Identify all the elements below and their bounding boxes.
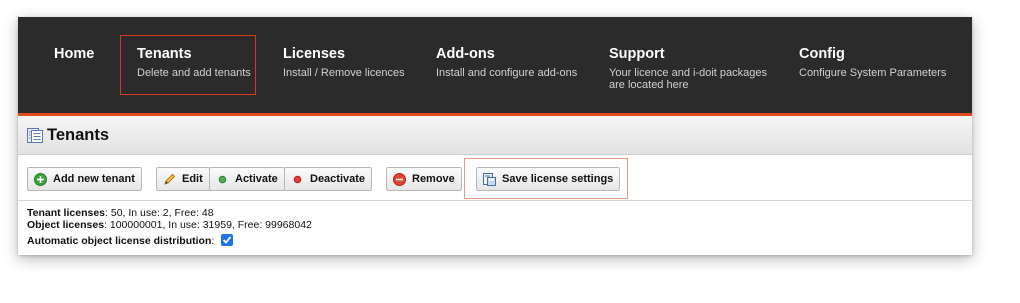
nav-item-support[interactable]: Support Your licence and i-doit packages…	[609, 17, 767, 113]
tenant-licenses-row: Tenant licenses: 50, In use: 2, Free: 48	[27, 207, 312, 219]
remove-label: Remove	[412, 173, 455, 185]
app-window: Home Tenants Delete and add tenants Lice…	[18, 17, 972, 255]
nav-subtitle-config: Configure System Parameters	[799, 67, 947, 79]
nav-title-home: Home	[54, 46, 95, 62]
nav-subtitle-support-line2: are located here	[609, 79, 689, 91]
activate-label: Activate	[235, 173, 278, 185]
license-info: Tenant licenses: 50, In use: 2, Free: 48…	[27, 207, 312, 247]
auto-distribution-row: Automatic object license distribution:	[27, 234, 312, 247]
nav-title-licenses: Licenses	[283, 46, 346, 62]
nav-item-home[interactable]: Home	[54, 17, 94, 113]
nav-title-tenants: Tenants	[137, 46, 192, 62]
nav-title-support: Support	[609, 46, 665, 62]
save-license-settings-label: Save license settings	[502, 173, 614, 185]
activate-button[interactable]: Activate	[209, 167, 285, 191]
deactivate-button[interactable]: Deactivate	[284, 167, 373, 191]
page-title: Tenants	[47, 126, 110, 144]
tenant-licenses-label: Tenant licenses	[27, 207, 106, 219]
nav-subtitle-tenants: Delete and add tenants	[137, 67, 251, 79]
red-dot-icon	[291, 173, 304, 186]
tenant-licenses-value: : 50, In use: 2, Free: 48	[105, 207, 214, 219]
remove-button[interactable]: Remove	[386, 167, 462, 191]
object-licenses-row: Object licenses: 100000001, In use: 3195…	[27, 219, 312, 231]
save-document-icon	[483, 172, 496, 186]
action-toolbar: Add new tenant Edit Activate Deactivate …	[18, 156, 972, 201]
pencil-icon	[163, 173, 176, 186]
add-new-tenant-button[interactable]: Add new tenant	[27, 167, 142, 191]
nav-title-addons: Add-ons	[436, 46, 495, 62]
auto-distribution-checkbox[interactable]	[221, 234, 234, 246]
object-licenses-label: Object licenses	[27, 219, 105, 231]
nav-subtitle-support: Your licence and i-doit packages	[609, 67, 767, 79]
plus-circle-icon	[34, 172, 47, 186]
auto-distribution-suffix: :	[211, 235, 215, 247]
edit-label: Edit	[182, 173, 203, 185]
minus-circle-icon	[393, 172, 406, 186]
edit-button[interactable]: Edit	[156, 167, 210, 191]
auto-distribution-label: Automatic object license distribution	[27, 235, 212, 247]
object-licenses-value: : 100000001, In use: 31959, Free: 999680…	[104, 219, 312, 231]
nav-title-config: Config	[799, 46, 845, 62]
nav-item-config[interactable]: Config Configure System Parameters	[799, 17, 946, 113]
top-navigation: Home Tenants Delete and add tenants Lice…	[18, 17, 972, 113]
document-list-icon	[27, 128, 43, 143]
green-dot-icon	[216, 173, 229, 186]
save-license-settings-button[interactable]: Save license settings	[476, 167, 621, 191]
nav-item-tenants[interactable]: Tenants Delete and add tenants	[137, 17, 251, 113]
page-title-bar: Tenants	[18, 116, 972, 155]
nav-subtitle-licenses: Install / Remove licences	[283, 67, 405, 79]
deactivate-label: Deactivate	[310, 173, 366, 185]
add-new-tenant-label: Add new tenant	[53, 173, 135, 185]
nav-item-addons[interactable]: Add-ons Install and configure add-ons	[436, 17, 577, 113]
nav-subtitle-addons: Install and configure add-ons	[436, 67, 578, 79]
nav-item-licenses[interactable]: Licenses Install / Remove licences	[283, 17, 405, 113]
